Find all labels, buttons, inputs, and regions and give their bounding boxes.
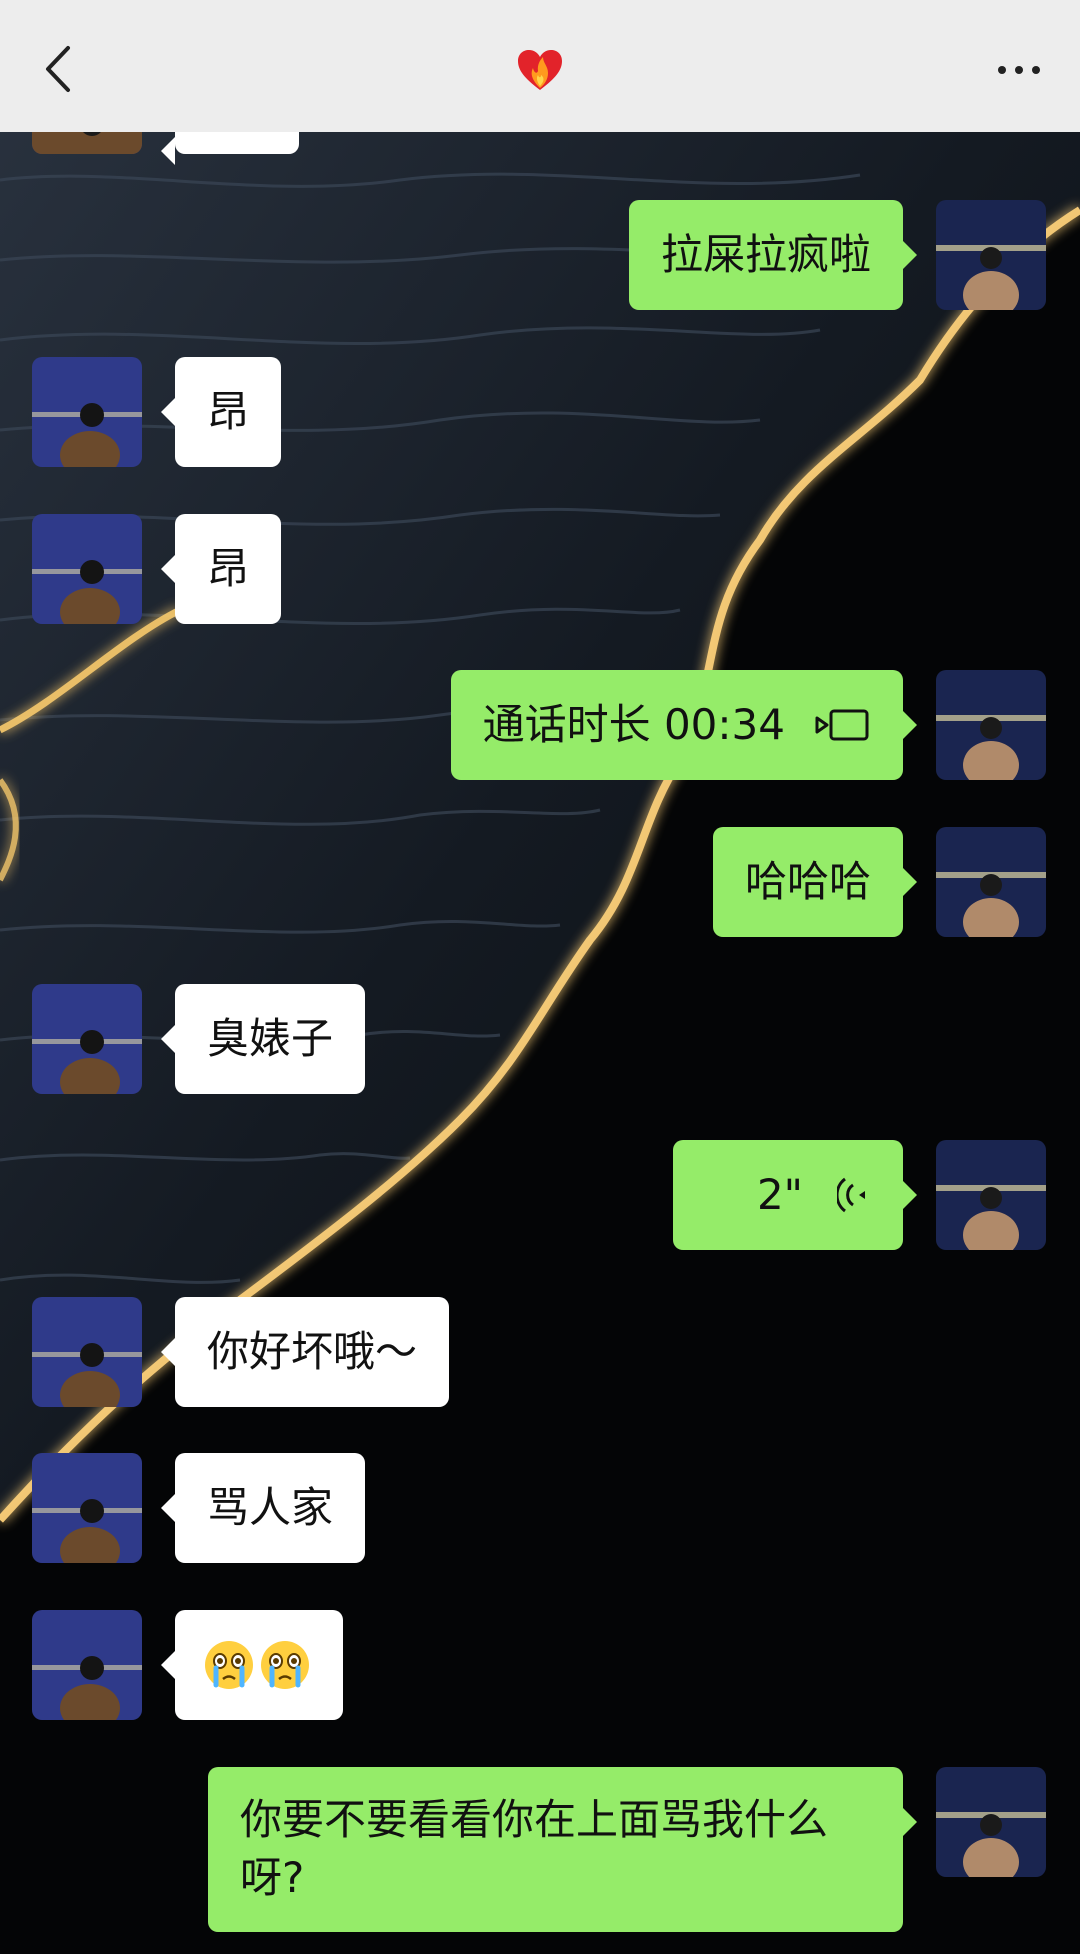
voice-wave-icon <box>837 1177 865 1213</box>
message-text: 臭婊子 <box>207 1014 334 1063</box>
message-bubble-received[interactable]: 你好坏哦～ <box>160 1297 450 1407</box>
avatar-image <box>32 984 142 1094</box>
my-avatar[interactable] <box>936 1767 1046 1877</box>
message-text: 昂 <box>207 387 250 436</box>
avatar-image <box>936 827 1046 937</box>
message-bubble-sent[interactable]: 拉屎拉疯啦 <box>628 200 918 310</box>
message-text: 你好坏哦～ <box>207 1327 418 1376</box>
voice-duration-text: 2" <box>756 1170 803 1219</box>
message-bubble-sent[interactable]: 你要不要看看你在上面骂我什么呀? <box>208 1767 917 1932</box>
avatar-image <box>936 1767 1046 1877</box>
contact-avatar[interactable] <box>32 1453 142 1563</box>
avatar-image <box>32 514 142 624</box>
my-avatar[interactable] <box>936 670 1046 780</box>
video-call-icon <box>815 709 869 741</box>
message-bubble-received[interactable]: 臭婊子 <box>160 984 366 1094</box>
contact-avatar[interactable] <box>32 984 142 1094</box>
back-button[interactable] <box>38 44 82 94</box>
message-bubble-received[interactable]: 昂 <box>160 514 282 624</box>
contact-avatar[interactable] <box>32 1610 142 1720</box>
message-text: 骂人家 <box>207 1483 334 1532</box>
avatar-image <box>32 357 142 467</box>
call-record-bubble[interactable]: 通话时长 00:34 <box>450 670 918 780</box>
message-text: 哈哈哈 <box>744 857 871 906</box>
avatar-image <box>32 1297 142 1407</box>
crying-face-icon <box>261 1641 309 1689</box>
contact-avatar[interactable] <box>32 357 142 467</box>
chat-header <box>0 0 1080 132</box>
avatar-image <box>936 1140 1046 1250</box>
message-bubble-received[interactable]: 昂 <box>160 357 282 467</box>
crying-face-icon <box>205 1641 253 1689</box>
call-duration-text: 通话时长 00:34 <box>482 700 785 749</box>
avatar-image <box>32 1610 142 1720</box>
message-text: 拉屎拉疯啦 <box>660 230 871 279</box>
more-dots-icon <box>998 66 1040 74</box>
message-text: 你要不要看看你在上面骂我什么呀? <box>240 1795 829 1902</box>
avatar-image <box>936 200 1046 310</box>
avatar-image <box>32 1453 142 1563</box>
message-bubble-received[interactable]: 骂人家 <box>160 1453 366 1563</box>
message-text: 昂 <box>207 544 250 593</box>
more-options-button[interactable] <box>994 58 1044 82</box>
heart-on-fire-icon <box>518 50 562 90</box>
avatar-image <box>936 670 1046 780</box>
message-bubble-sent[interactable]: 哈哈哈 <box>712 827 918 937</box>
voice-message-bubble[interactable]: 2" <box>673 1140 917 1250</box>
chevron-left-icon <box>46 46 70 92</box>
emoji-message-bubble[interactable] <box>161 1610 343 1720</box>
contact-avatar[interactable] <box>32 1297 142 1407</box>
contact-avatar[interactable] <box>32 514 142 624</box>
my-avatar[interactable] <box>936 1140 1046 1250</box>
my-avatar[interactable] <box>936 200 1046 310</box>
my-avatar[interactable] <box>936 827 1046 937</box>
